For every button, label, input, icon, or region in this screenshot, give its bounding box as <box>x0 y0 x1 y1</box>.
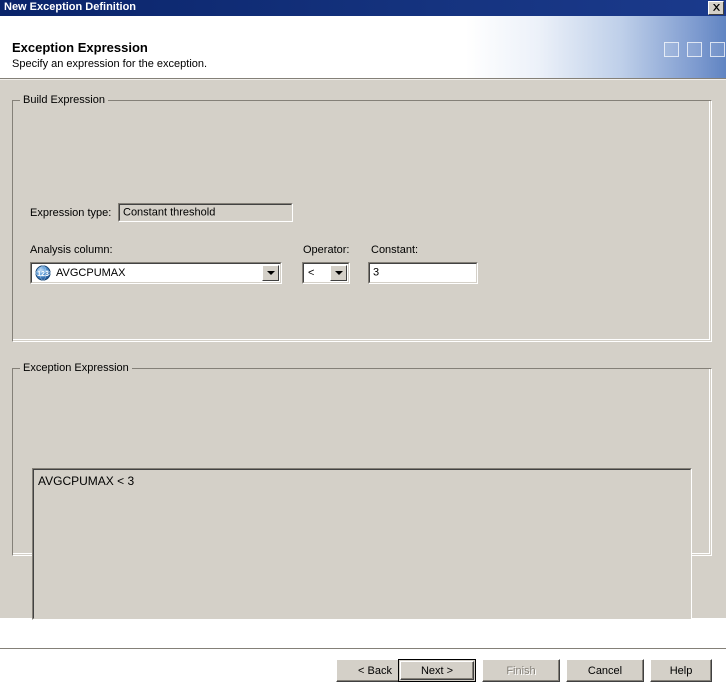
page-subtitle: Specify an expression for the exception. <box>12 58 208 70</box>
expression-type-label: Expression type: <box>30 207 112 219</box>
expression-type-value: Constant threshold <box>123 206 216 218</box>
operator-combobox-inner: < <box>303 263 349 283</box>
close-button[interactable] <box>708 1 724 15</box>
numeric-column-icon-text: 123 <box>37 271 49 278</box>
finish-button: Finish <box>482 659 560 682</box>
dialog-window: New Exception Definition Exception Expre… <box>0 0 726 682</box>
exception-expression-legend: Exception Expression <box>20 362 132 374</box>
constant-input-inner: 3 <box>369 263 477 283</box>
analysis-column-combobox[interactable]: 123 AVGCPUMAX <box>30 262 282 284</box>
button-bar-divider-highlight <box>0 649 726 650</box>
header-decoration-square-3 <box>710 42 725 57</box>
expression-type-field-inner: Constant threshold <box>119 204 292 221</box>
analysis-column-combobox-inner: 123 AVGCPUMAX <box>31 263 281 283</box>
expression-type-field: Constant threshold <box>118 203 293 222</box>
exception-expression-output[interactable]: AVGCPUMAX < 3 <box>32 468 692 620</box>
dialog-body: Build Expression Expression type: Consta… <box>0 80 726 682</box>
wizard-header: Exception Expression Specify an expressi… <box>0 16 726 78</box>
build-expression-frame <box>12 100 712 342</box>
exception-expression-value: AVGCPUMAX < 3 <box>38 474 135 488</box>
close-x-icon <box>712 4 720 11</box>
constant-label: Constant: <box>371 244 419 256</box>
title-bar: New Exception Definition <box>0 0 726 16</box>
operator-label: Operator: <box>303 244 350 256</box>
operator-combobox[interactable]: < <box>302 262 350 284</box>
exception-expression-output-inner: AVGCPUMAX < 3 <box>33 469 691 619</box>
page-title: Exception Expression <box>12 40 148 55</box>
build-expression-group: Build Expression <box>12 94 712 342</box>
constant-value: 3 <box>373 266 380 279</box>
operator-dropdown-arrow[interactable] <box>330 265 347 281</box>
analysis-column-dropdown-arrow[interactable] <box>262 265 279 281</box>
analysis-column-label: Analysis column: <box>30 244 113 256</box>
analysis-column-value: AVGCPUMAX <box>56 267 126 279</box>
build-expression-legend: Build Expression <box>20 94 108 106</box>
numeric-column-icon: 123 <box>35 265 51 281</box>
help-button[interactable]: Help <box>650 659 712 682</box>
header-decoration-square-2 <box>687 42 702 57</box>
header-decoration-square-1 <box>664 42 679 57</box>
next-button[interactable]: Next > <box>398 659 476 682</box>
constant-input[interactable]: 3 <box>368 262 478 284</box>
window-title: New Exception Definition <box>4 1 137 13</box>
cancel-button[interactable]: Cancel <box>566 659 644 682</box>
operator-value: < <box>308 267 315 279</box>
